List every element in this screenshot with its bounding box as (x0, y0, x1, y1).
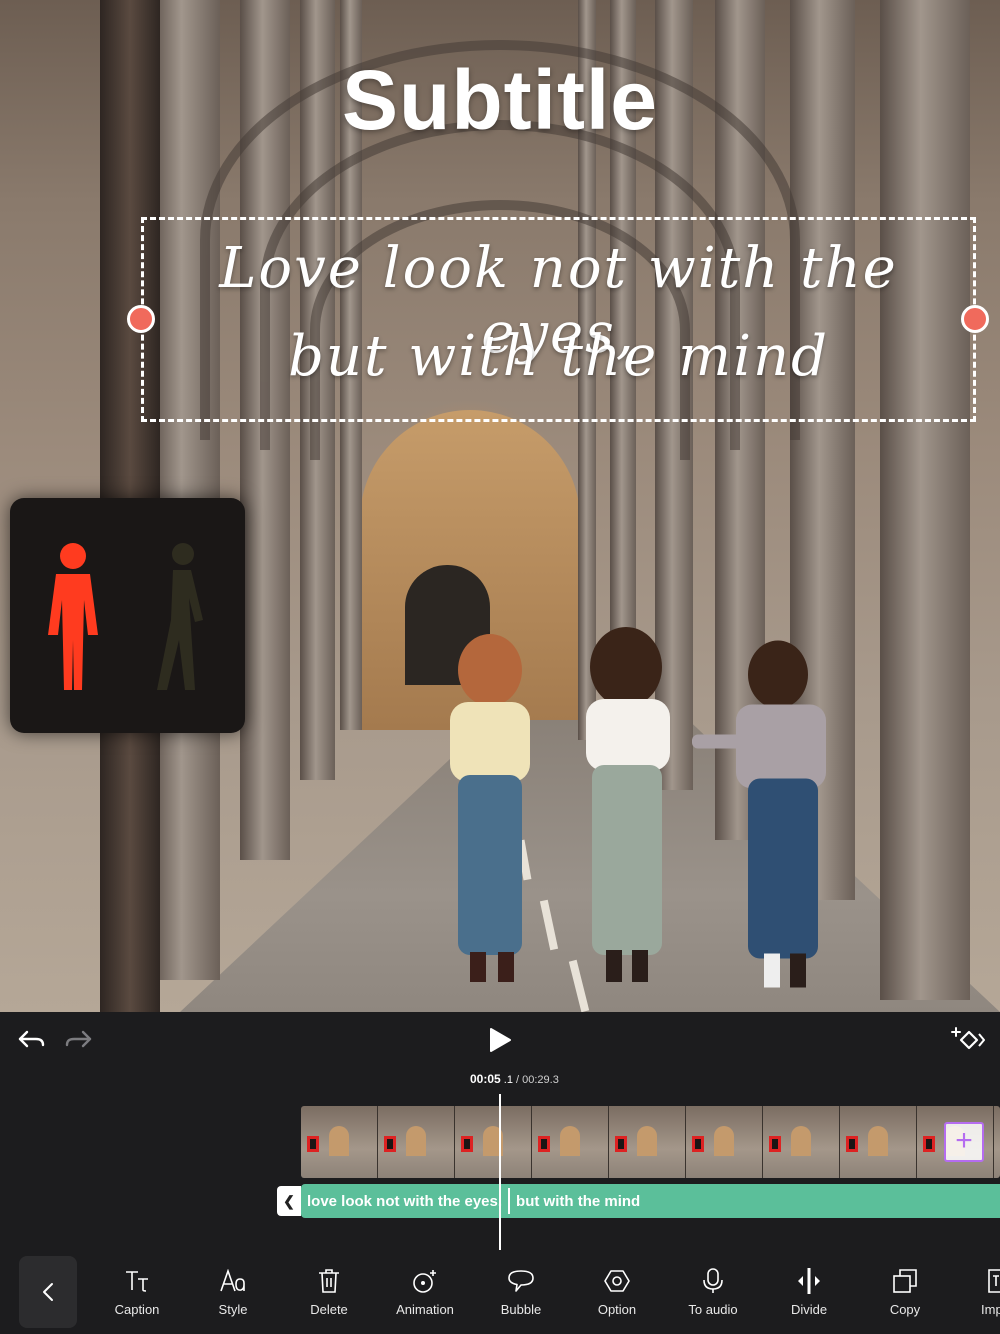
copy-icon (892, 1266, 918, 1296)
add-keyframe-button[interactable] (950, 1024, 986, 1056)
subtitle-title-text[interactable]: Subtitle (0, 52, 1000, 149)
redo-icon (65, 1030, 92, 1048)
divide-icon (794, 1266, 824, 1296)
tool-option[interactable]: Option (569, 1266, 665, 1317)
tool-label: Bubble (500, 1302, 542, 1317)
video-clip-strip[interactable] (301, 1106, 1000, 1178)
tool-label: Divide (790, 1302, 828, 1317)
current-frame: .1 (503, 1074, 513, 1086)
total-time: 00:29.3 (522, 1074, 559, 1086)
tool-label: Delete (310, 1302, 348, 1317)
plus-icon: + (955, 1124, 973, 1157)
tool-copy[interactable]: Copy (857, 1266, 953, 1317)
playhead[interactable] (499, 1094, 501, 1250)
tool-bubble[interactable]: Bubble (473, 1266, 569, 1317)
chevron-left-icon (43, 1283, 53, 1301)
pedestrian-signal (10, 498, 245, 733)
person-left (450, 634, 530, 982)
caption-track-trim-handle[interactable]: ❮ (277, 1186, 301, 1216)
clip-thumbnail (686, 1106, 763, 1178)
video-preview[interactable]: Subtitle Love look not with the eyes, bu… (0, 0, 1000, 1012)
tool-style[interactable]: Style (185, 1266, 281, 1317)
tool-caption[interactable]: Caption (89, 1266, 185, 1317)
time-separator: / (516, 1074, 520, 1086)
animation-icon (411, 1266, 439, 1296)
clip-thumbnail (609, 1106, 686, 1178)
caption-icon (124, 1266, 150, 1296)
back-button[interactable] (19, 1256, 77, 1328)
timeline[interactable]: 00:05 .1 / 00:29.3 + ❮ love look not wit… (0, 1068, 1000, 1250)
caption-segment[interactable]: love look not with the eyes, (301, 1193, 508, 1210)
style-icon (219, 1266, 247, 1296)
add-clip-button[interactable]: + (944, 1122, 984, 1162)
person-right (692, 640, 826, 988)
import-icon (953, 1266, 1000, 1296)
caption-segment[interactable]: but with the mind (510, 1193, 646, 1210)
chevron-left-icon: ❮ (283, 1192, 295, 1209)
tool-label: To audio (688, 1302, 738, 1317)
play-button[interactable] (484, 1024, 516, 1056)
redo-button[interactable] (62, 1024, 96, 1056)
tool-delete[interactable]: Delete (281, 1266, 377, 1317)
tool-label: Caption (114, 1302, 160, 1317)
undo-icon (18, 1030, 45, 1048)
clip-thumbnail (994, 1106, 1000, 1178)
option-icon (604, 1266, 630, 1296)
person-middle (586, 627, 670, 982)
tool-label: Style (218, 1302, 248, 1317)
current-time: 00:05 (470, 1072, 501, 1086)
tool-animation[interactable]: Animation (377, 1266, 473, 1317)
clip-thumbnail (532, 1106, 609, 1178)
time-readout: 00:05 .1 / 00:29.3 (470, 1072, 559, 1086)
caption-track[interactable]: love look not with the eyes, but with th… (301, 1184, 1000, 1218)
clip-thumbnail (378, 1106, 455, 1178)
tool-divide[interactable]: Divide (761, 1266, 857, 1317)
tool-label: Imp (981, 1302, 1000, 1317)
bubble-icon (507, 1266, 535, 1296)
clip-thumbnail (763, 1106, 840, 1178)
caption-text-line-2[interactable]: but with the mind (141, 324, 976, 389)
clip-thumbnail (455, 1106, 532, 1178)
tool-label: Copy (889, 1302, 921, 1317)
add-keyframe-icon (951, 1027, 985, 1050)
tool-import[interactable]: Imp (953, 1266, 1000, 1317)
microphone-icon (702, 1266, 724, 1296)
bottom-toolbar: Caption Style Delete Animation Bubble Op… (0, 1250, 1000, 1334)
undo-button[interactable] (14, 1024, 48, 1056)
trash-icon (318, 1266, 340, 1296)
clip-thumbnail (840, 1106, 917, 1178)
tool-label: Option (597, 1302, 637, 1317)
tool-to-audio[interactable]: To audio (665, 1266, 761, 1317)
playback-controls (0, 1012, 1000, 1068)
tool-label: Animation (396, 1302, 454, 1317)
clip-thumbnail (301, 1106, 378, 1178)
play-icon (490, 1028, 511, 1052)
